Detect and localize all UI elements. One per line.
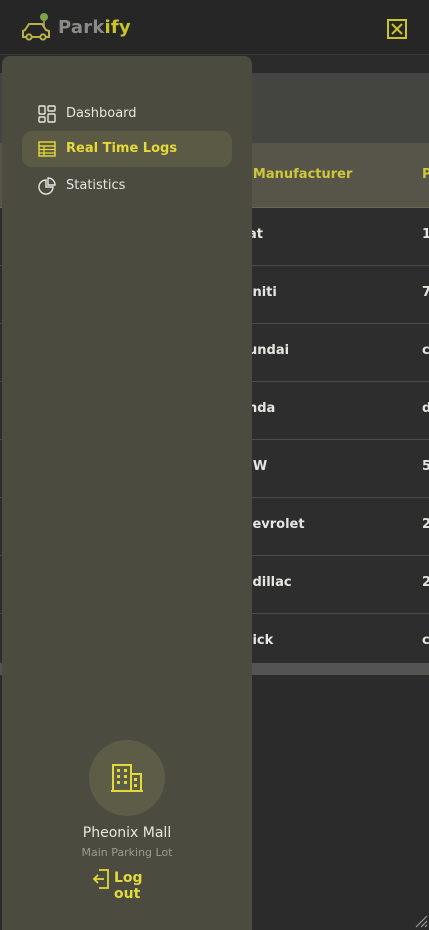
cell-plate: d bbox=[422, 401, 429, 416]
cell-manufacturer: ievrolet bbox=[248, 517, 305, 532]
column-header-plate[interactable]: P bbox=[422, 167, 429, 182]
cell-manufacturer: initi bbox=[248, 285, 277, 300]
sidebar-item-dashboard[interactable]: Dashboard bbox=[22, 96, 232, 132]
sidebar-item-label: Dashboard bbox=[66, 106, 137, 121]
cell-plate: c bbox=[422, 633, 429, 648]
sidebar-drawer: Dashboard Real Time Logs Statistics Pheo… bbox=[2, 56, 252, 930]
location-name: Pheonix Mall bbox=[82, 825, 172, 841]
logout-icon bbox=[92, 869, 109, 889]
sidebar-item-statistics[interactable]: Statistics bbox=[22, 168, 232, 204]
cell-plate: 7 bbox=[422, 285, 429, 300]
sidebar-item-label: Statistics bbox=[66, 178, 126, 193]
cell-plate: 2 bbox=[422, 517, 429, 532]
brand-name-accent: ify bbox=[104, 16, 131, 38]
location-avatar bbox=[89, 740, 165, 816]
cell-plate: c bbox=[422, 343, 429, 358]
building-icon bbox=[111, 764, 143, 792]
cell-manufacturer: undai bbox=[248, 343, 290, 358]
resize-grip-icon[interactable] bbox=[414, 914, 428, 928]
logout-label: Log out bbox=[114, 870, 143, 902]
brand-logo[interactable]: Parkify bbox=[20, 12, 131, 42]
top-bar: Parkify bbox=[0, 0, 429, 55]
cell-plate: 1r bbox=[422, 227, 429, 242]
logout-button[interactable]: Log out bbox=[90, 868, 170, 902]
location-subtitle: Main Parking Lot bbox=[81, 846, 173, 859]
cell-manufacturer: nda bbox=[248, 401, 276, 416]
cell-plate: 5 bbox=[422, 459, 429, 474]
sidebar-item-real-time-logs[interactable]: Real Time Logs bbox=[22, 131, 232, 167]
brand-name-plain: Park bbox=[58, 16, 105, 38]
close-icon[interactable] bbox=[386, 18, 408, 40]
column-header-manufacturer[interactable]: r Manufacturer bbox=[242, 167, 352, 182]
dashboard-icon bbox=[38, 105, 56, 123]
cell-plate: 2 bbox=[422, 575, 429, 590]
sidebar-item-label: Real Time Logs bbox=[66, 141, 178, 156]
pie-chart-icon bbox=[38, 177, 56, 195]
cell-manufacturer: idillac bbox=[248, 575, 292, 590]
table-icon bbox=[38, 141, 56, 157]
car-logo-icon bbox=[22, 13, 50, 41]
brand-name: Parkify bbox=[58, 17, 131, 38]
